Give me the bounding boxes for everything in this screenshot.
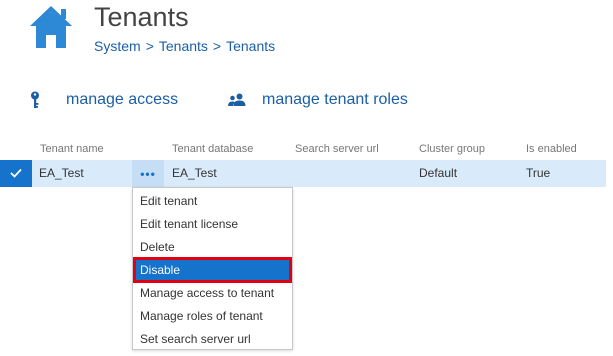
check-icon (10, 165, 22, 183)
breadcrumb-item-system[interactable]: System (94, 37, 141, 55)
menu-item-manage-roles-of-tenant[interactable]: Manage roles of tenant (133, 305, 292, 327)
menu-item-edit-tenant[interactable]: Edit tenant (133, 190, 292, 212)
menu-item-disable[interactable]: Disable (133, 257, 292, 283)
row-actions-button[interactable]: ••• (132, 160, 164, 187)
page-title: Tenants (94, 2, 189, 32)
users-icon (228, 93, 246, 107)
breadcrumb-separator: > (212, 38, 222, 54)
manage-tenant-roles-label: manage tenant roles (262, 91, 408, 108)
column-header-is-enabled[interactable]: Is enabled (526, 142, 577, 156)
key-icon (30, 91, 40, 109)
breadcrumb-separator: > (145, 38, 154, 54)
column-header-search-server-url[interactable]: Search server url (295, 142, 379, 156)
breadcrumb: System > Tenants > Tenants (94, 37, 275, 55)
menu-item-edit-tenant-license[interactable]: Edit tenant license (133, 213, 292, 235)
manage-access-button[interactable]: manage access (30, 90, 178, 110)
column-header-cluster-group[interactable]: Cluster group (419, 142, 485, 156)
context-menu: Edit tenant Edit tenant license Delete D… (132, 187, 293, 350)
table-row[interactable]: EA_Test ••• EA_Test Default True (0, 160, 606, 187)
breadcrumb-item-tenants-current: Tenants (226, 38, 276, 54)
house-icon (28, 4, 74, 50)
menu-item-delete[interactable]: Delete (133, 236, 292, 258)
column-header-tenant-name[interactable]: Tenant name (40, 142, 104, 156)
cell-tenant-name: EA_Test (39, 166, 84, 180)
manage-tenant-roles-button[interactable]: manage tenant roles (228, 90, 408, 110)
cell-tenant-database: EA_Test (172, 166, 217, 180)
breadcrumb-item-tenants[interactable]: Tenants (159, 37, 208, 55)
cell-cluster-group: Default (419, 166, 458, 180)
column-header-tenant-database[interactable]: Tenant database (172, 142, 253, 156)
menu-item-manage-access-to-tenant[interactable]: Manage access to tenant (133, 282, 292, 304)
row-select-checkbox[interactable] (0, 160, 32, 187)
cell-is-enabled: True (526, 166, 551, 180)
manage-access-label: manage access (66, 91, 179, 108)
menu-item-set-search-server-url[interactable]: Set search server url (133, 328, 292, 350)
